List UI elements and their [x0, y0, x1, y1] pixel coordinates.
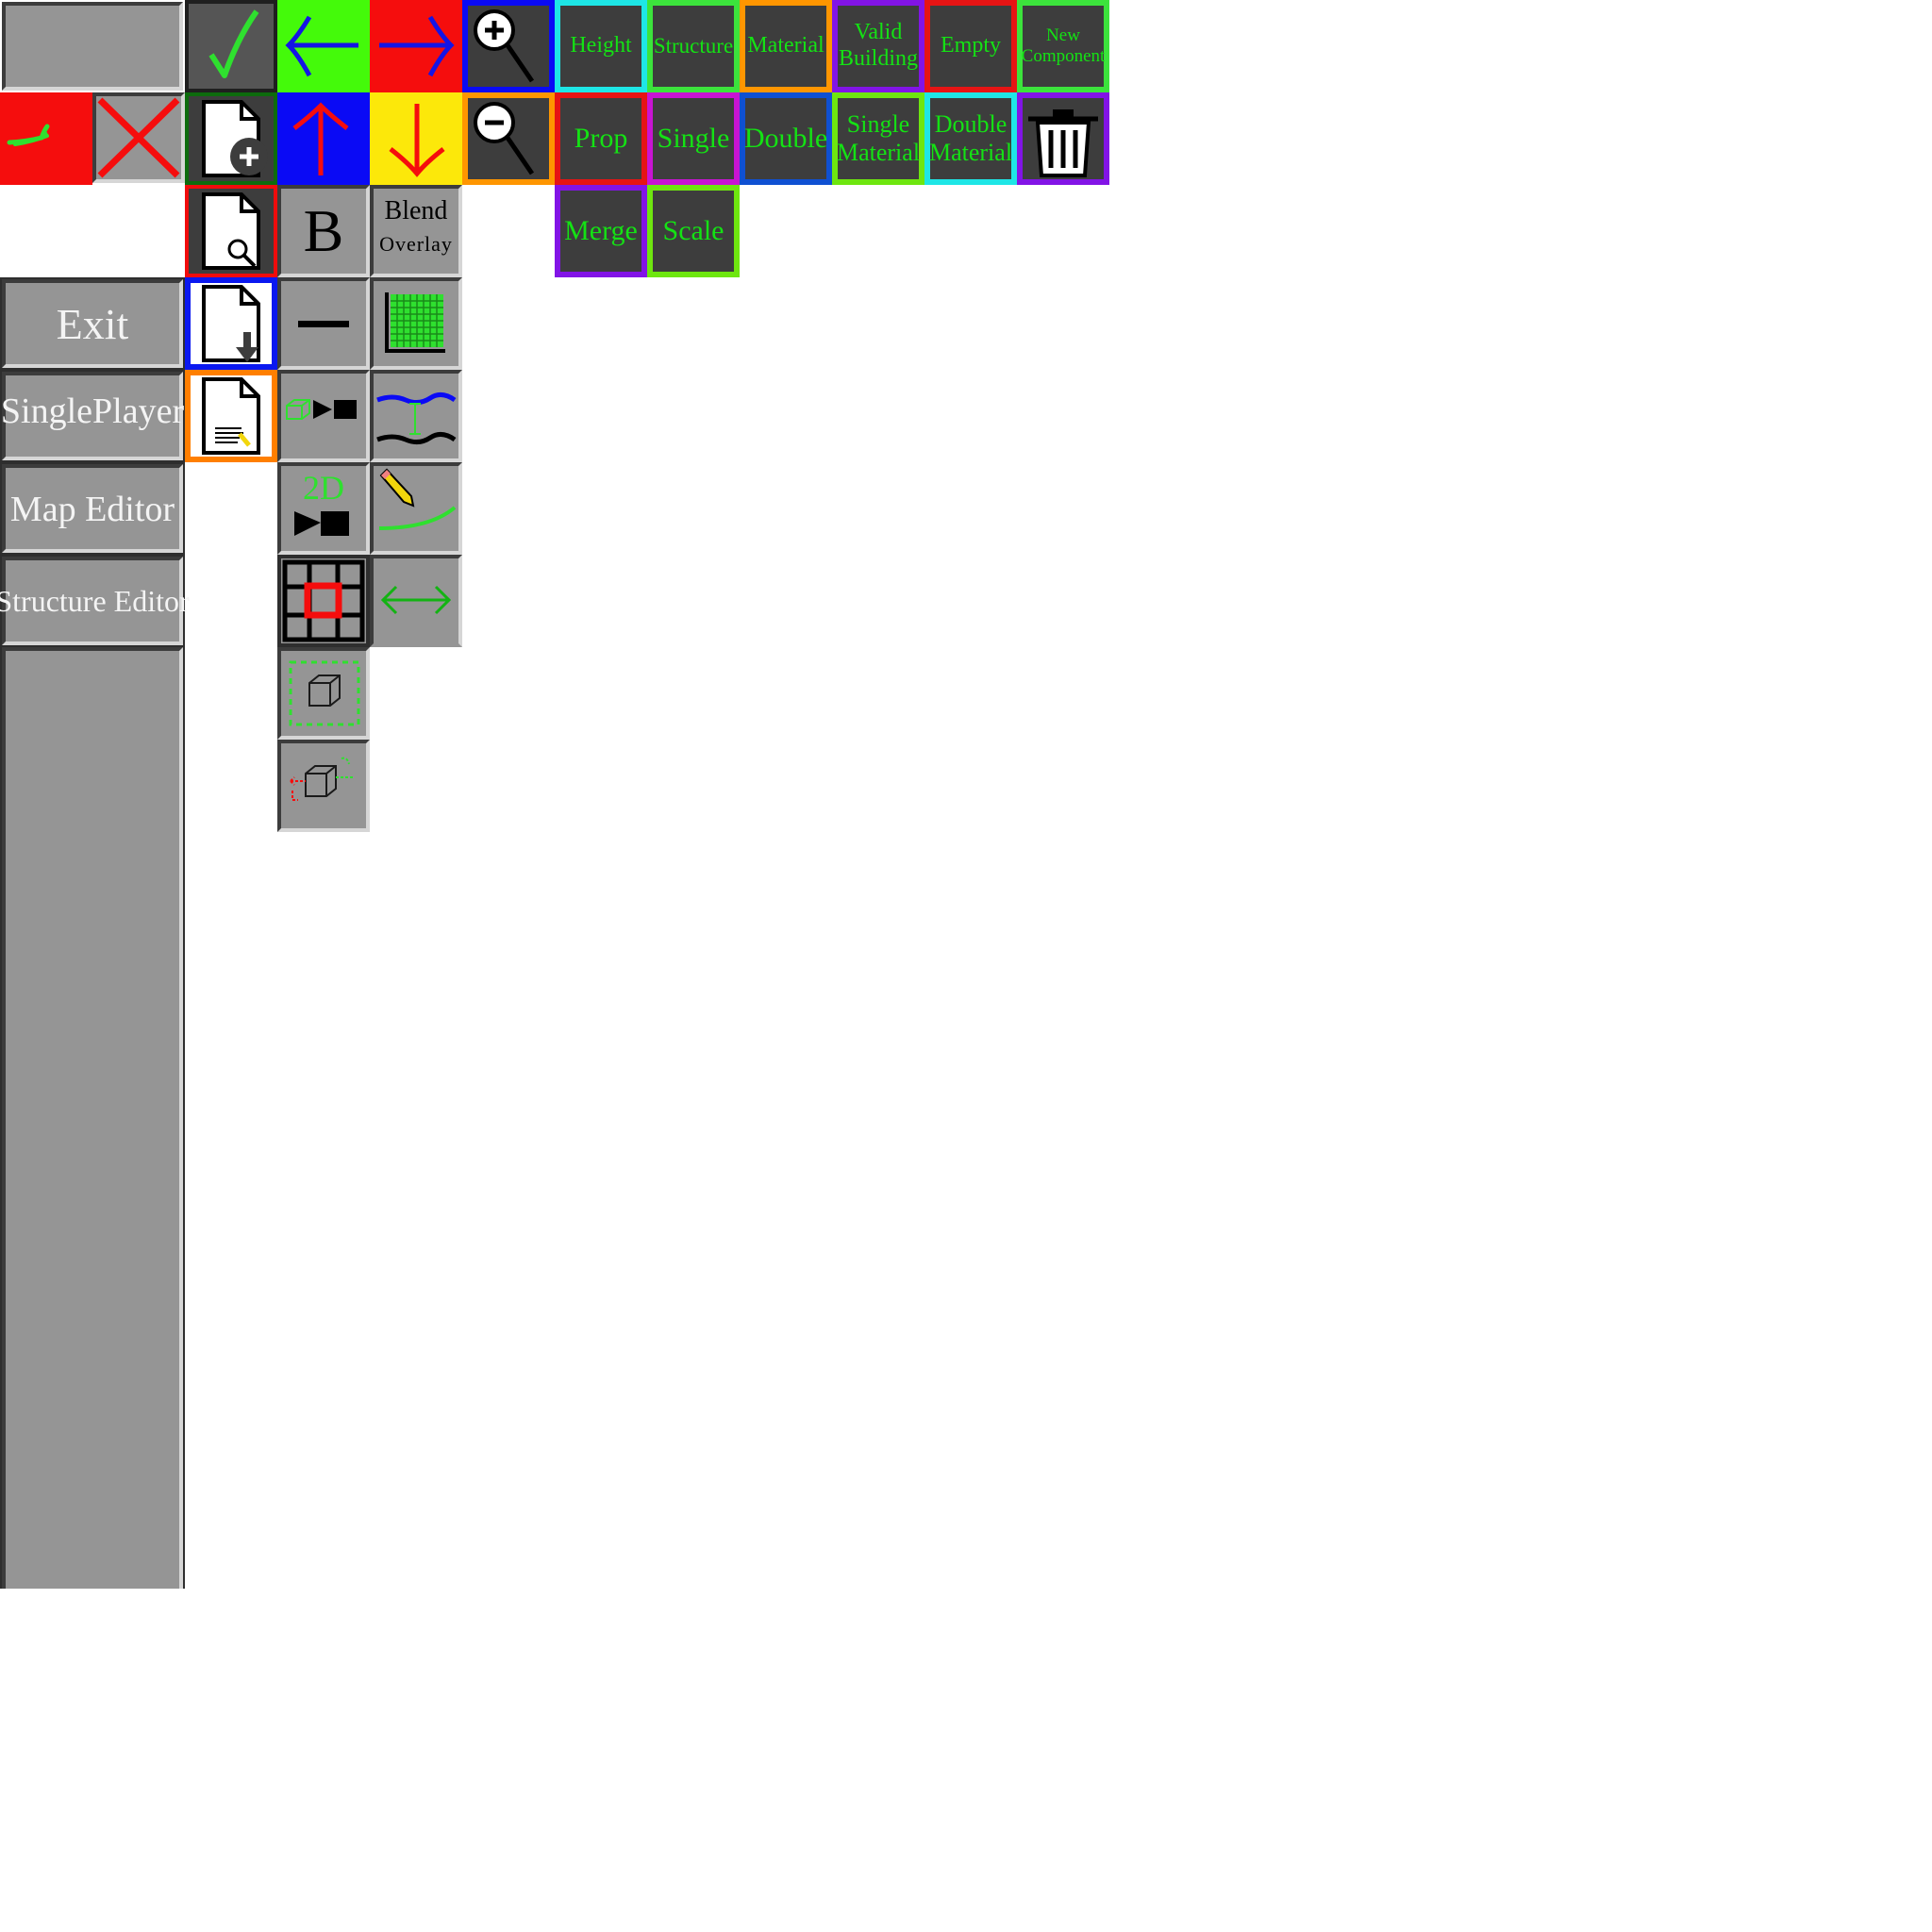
grid-icon [385, 292, 445, 353]
blend-overlay-button[interactable]: Blend Overlay [370, 185, 462, 277]
material-label: Material [747, 33, 824, 58]
down-arrow-button[interactable] [370, 92, 462, 185]
empty-label: Empty [941, 33, 1001, 58]
delete-button[interactable] [1017, 92, 1109, 185]
horizontal-resize-icon [380, 585, 452, 615]
map-editor-button[interactable]: Map Editor [2, 464, 183, 553]
up-arrow-icon [292, 102, 349, 175]
valid-building-label: Valid Building [838, 20, 918, 71]
height-label: Height [570, 33, 632, 58]
zoom-out-button[interactable] [462, 92, 555, 185]
map-editor-label: Map Editor [9, 490, 175, 529]
valid-building-mode-button[interactable]: Valid Building [832, 0, 924, 92]
blend-label: Blend [384, 196, 448, 225]
open-file-icon [202, 192, 260, 270]
grid-select-icon [282, 559, 365, 642]
cancel-button[interactable] [92, 92, 185, 183]
cancel-x-icon [97, 97, 180, 178]
line-tool-button[interactable] [277, 277, 370, 370]
prop-mode-button[interactable]: Prop [555, 92, 647, 185]
minus-icon [298, 321, 349, 327]
left-arrow-button[interactable] [277, 0, 370, 92]
merge-label: Merge [564, 214, 638, 246]
structure-label: Structure [653, 33, 734, 58]
single-label: Single [657, 122, 730, 154]
merge-button[interactable]: Merge [555, 185, 647, 277]
camera-3d-button[interactable] [277, 370, 370, 462]
right-arrow-icon [379, 15, 455, 77]
double-mode-button[interactable]: Double [740, 92, 832, 185]
scale-label: Scale [662, 214, 724, 246]
grid-toggle-button[interactable] [370, 277, 462, 370]
open-file-button[interactable] [185, 185, 277, 277]
double-material-label: Double Material [928, 110, 1013, 166]
down-arrow-icon [389, 104, 445, 177]
singleplayer-button[interactable]: SinglePlayer [0, 372, 185, 460]
exit-button[interactable]: Exit [2, 279, 183, 368]
box-select-icon [289, 660, 360, 726]
save-file-button[interactable] [185, 277, 277, 370]
single-material-mode-button[interactable]: Single Material [832, 92, 924, 185]
pencil-curve-icon [378, 468, 457, 530]
camera-2d-icon [294, 511, 349, 536]
new-component-button[interactable]: New Component [1017, 0, 1109, 92]
right-arrow-button[interactable] [370, 0, 462, 92]
trash-icon [1028, 109, 1098, 177]
empty-mode-button[interactable]: Empty [924, 0, 1017, 92]
single-mode-button[interactable]: Single [647, 92, 740, 185]
box-move-button[interactable] [277, 740, 370, 832]
zoom-in-button[interactable] [462, 0, 555, 92]
edit-file-icon [202, 377, 260, 455]
menu-empty-panel [2, 647, 183, 1589]
exit-label: Exit [56, 299, 129, 348]
new-file-icon [202, 100, 268, 177]
grid-select-button[interactable] [277, 555, 370, 647]
box-select-button[interactable] [277, 647, 370, 740]
prop-label: Prop [574, 122, 628, 154]
camera-2d-button[interactable]: 2D [277, 462, 370, 555]
up-arrow-button[interactable] [277, 92, 370, 185]
check-icon [208, 9, 259, 78]
height-mode-button[interactable]: Height [555, 0, 647, 92]
scale-button[interactable]: Scale [647, 185, 740, 277]
material-mode-button[interactable]: Material [740, 0, 832, 92]
bold-label: B [303, 197, 344, 264]
new-file-button[interactable] [185, 92, 277, 185]
single-material-label: Single Material [836, 110, 921, 166]
double-material-mode-button[interactable]: Double Material [924, 92, 1017, 185]
structure-editor-button[interactable]: Structure Editor [0, 557, 190, 645]
left-arrow-icon [285, 15, 358, 77]
double-label: Double [743, 122, 828, 154]
layer-height-button[interactable] [370, 370, 462, 462]
save-file-icon [202, 285, 260, 362]
blank-menu-button[interactable] [2, 2, 183, 91]
structure-editor-label: Structure Editor [0, 583, 190, 618]
overlay-label: Overlay [379, 232, 453, 256]
bold-button[interactable]: B [277, 185, 370, 277]
structure-mode-button[interactable]: Structure [647, 0, 740, 92]
confirm-check-button[interactable] [185, 0, 277, 92]
green-brush-stroke-icon [7, 124, 50, 146]
edit-file-button[interactable] [185, 370, 277, 462]
confirm-red-tile[interactable] [0, 92, 92, 185]
horizontal-resize-button[interactable] [370, 555, 462, 647]
zoom-in-icon [474, 9, 535, 83]
pencil-curve-button[interactable] [370, 462, 462, 555]
camera-3d-icon [286, 399, 357, 420]
singleplayer-label: SinglePlayer [0, 391, 185, 431]
new-component-label: New Component [1021, 25, 1106, 66]
box-move-icon [290, 757, 353, 801]
zoom-out-icon [474, 102, 535, 175]
layer-height-icon [376, 392, 457, 445]
